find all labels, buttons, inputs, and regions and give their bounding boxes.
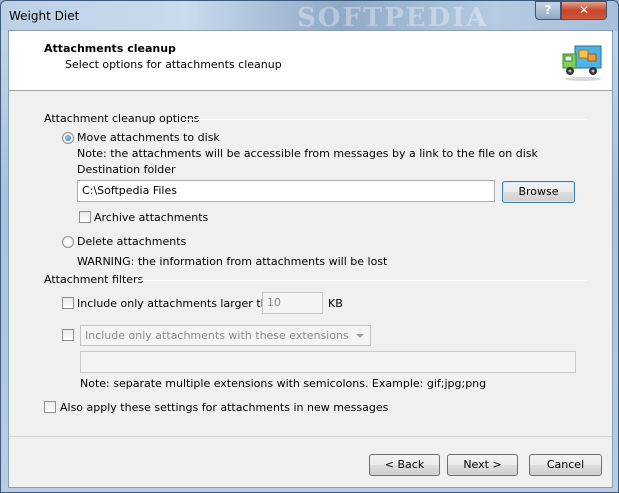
help-button[interactable]: ? [535, 1, 561, 20]
watermark: SOFTPEDIA [297, 3, 489, 33]
move-to-disk-label[interactable]: Move attachments to disk [77, 131, 220, 144]
filters-divider [136, 280, 587, 281]
size-unit-label: KB [328, 297, 343, 310]
wizard-header: Attachments cleanup Select options for a… [9, 31, 612, 91]
extensions-dropdown[interactable]: Include only attachments with these exte… [80, 325, 371, 346]
moving-truck-icon [562, 45, 602, 81]
apply-new-messages-checkbox[interactable] [44, 401, 56, 413]
chevron-down-icon [356, 334, 364, 338]
close-button[interactable]: ✕ [561, 1, 607, 20]
extensions-dropdown-value: Include only attachments with these exte… [85, 329, 349, 342]
browse-button[interactable]: Browse [502, 181, 575, 203]
extensions-note: Note: separate multiple extensions with … [80, 377, 487, 390]
delete-attachments-label[interactable]: Delete attachments [77, 235, 186, 248]
move-note: Note: the attachments will be accessible… [77, 147, 538, 160]
dialog-client-area: Attachments cleanup Select options for a… [8, 30, 613, 488]
dialog-window: Weight Diet SOFTPEDIA ? ✕ Attachments cl… [0, 0, 619, 493]
larger-than-label[interactable]: Include only attachments larger than [77, 297, 281, 310]
filters-group-label: Attachment filters [44, 273, 144, 286]
archive-attachments-checkbox[interactable] [79, 211, 91, 223]
size-threshold-input[interactable]: 10 [262, 292, 323, 314]
back-button[interactable]: < Back [369, 454, 440, 476]
delete-warning: WARNING: the information from attachment… [77, 255, 388, 268]
page-title: Attachments cleanup [44, 42, 176, 55]
destination-folder-label: Destination folder [77, 163, 176, 176]
footer-divider [9, 436, 612, 437]
larger-than-checkbox[interactable] [62, 297, 74, 309]
extensions-input[interactable] [80, 351, 576, 373]
delete-attachments-radio[interactable] [62, 236, 74, 248]
window-title: Weight Diet [9, 9, 80, 23]
title-bar[interactable]: Weight Diet SOFTPEDIA ? ✕ [1, 1, 618, 33]
cleanup-options-group-label: Attachment cleanup options [44, 112, 200, 125]
apply-new-messages-label[interactable]: Also apply these settings for attachment… [60, 401, 388, 414]
cancel-button[interactable]: Cancel [529, 454, 602, 476]
cleanup-options-divider [185, 119, 587, 120]
next-button[interactable]: Next > [447, 454, 518, 476]
move-to-disk-radio[interactable] [62, 132, 74, 144]
archive-attachments-label[interactable]: Archive attachments [94, 211, 208, 224]
destination-folder-input[interactable]: C:\Softpedia Files [77, 180, 495, 202]
page-subtitle: Select options for attachments cleanup [65, 58, 282, 71]
extensions-checkbox[interactable] [62, 329, 74, 341]
